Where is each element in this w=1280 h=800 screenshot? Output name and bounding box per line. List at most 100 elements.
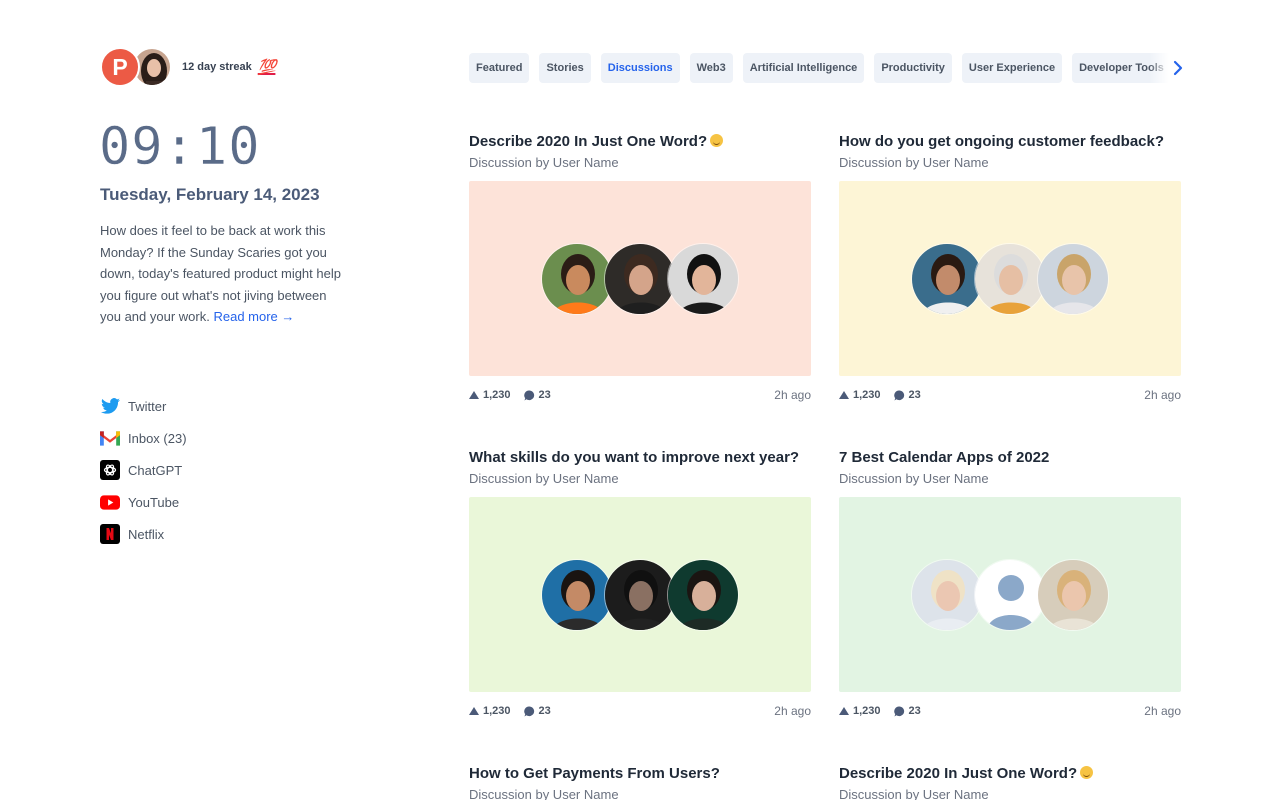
comment-bubble-icon bbox=[523, 389, 535, 401]
chevron-right-icon[interactable] bbox=[1171, 58, 1185, 78]
quick-link-youtube[interactable]: YouTube bbox=[100, 486, 187, 518]
streak-label: 12 day streak bbox=[182, 61, 252, 73]
participant-avatar bbox=[974, 242, 1046, 315]
upvote-count: 1,230 bbox=[483, 705, 511, 717]
profile-header: P 12 day streak 💯 bbox=[100, 47, 400, 87]
quick-links: Twitter Inbox (23) ChatGPT YouTube Netfl… bbox=[100, 390, 187, 550]
card-author: Discussion by User Name bbox=[469, 471, 619, 486]
tab-stories[interactable]: Stories bbox=[539, 53, 591, 83]
card-title[interactable]: How do you get ongoing customer feedback… bbox=[839, 131, 1181, 153]
card-timestamp: 2h ago bbox=[774, 388, 811, 402]
card-author: Discussion by User Name bbox=[839, 471, 989, 486]
card-timestamp: 2h ago bbox=[774, 704, 811, 718]
card-author: Discussion by User Name bbox=[839, 787, 989, 800]
clock-time: 09:10 bbox=[99, 117, 261, 177]
quick-link-chatgpt[interactable]: ChatGPT bbox=[100, 454, 187, 486]
participant-avatar bbox=[541, 242, 613, 315]
card-title[interactable]: Describe 2020 In Just One Word? bbox=[469, 131, 811, 153]
card-author: Discussion by User Name bbox=[839, 155, 989, 170]
card-title[interactable]: Describe 2020 In Just One Word? bbox=[839, 763, 1181, 785]
grinning-face-icon bbox=[710, 134, 724, 147]
discussion-card[interactable]: Describe 2020 In Just One Word? Discussio… bbox=[839, 763, 1181, 800]
tab-productivity[interactable]: Productivity bbox=[874, 53, 952, 83]
card-timestamp: 2h ago bbox=[1144, 388, 1181, 402]
comment-count: 23 bbox=[538, 705, 551, 717]
category-tabs: Featured Stories Discussions Web3 Artificial… bbox=[469, 53, 1169, 83]
quick-link-label: ChatGPT bbox=[128, 462, 183, 478]
discussion-card[interactable]: What skills do you want to improve next … bbox=[469, 447, 811, 719]
card-title[interactable]: 7 Best Calendar Apps of 2022 bbox=[839, 447, 1181, 469]
upvote-count: 1,230 bbox=[853, 389, 881, 401]
discussion-card[interactable]: How do you get ongoing customer feedback… bbox=[839, 131, 1181, 403]
card-title[interactable]: What skills do you want to improve next … bbox=[469, 447, 811, 469]
quick-link-label: Inbox (23) bbox=[128, 430, 187, 446]
comment-count: 23 bbox=[538, 389, 551, 401]
comment-bubble-icon bbox=[523, 705, 535, 717]
twitter-icon bbox=[100, 396, 120, 416]
participant-avatars bbox=[911, 242, 1109, 315]
discussion-card[interactable]: 7 Best Calendar Apps of 2022 Discussion b… bbox=[839, 447, 1181, 719]
avatar-placeholder-icon bbox=[974, 558, 1046, 631]
card-title[interactable]: How to Get Payments From Users? bbox=[469, 763, 811, 785]
comments-button[interactable]: 23 bbox=[893, 705, 921, 717]
clock-date: Tuesday, February 14, 2023 bbox=[100, 185, 320, 204]
upvote-button[interactable]: 1,230 bbox=[839, 705, 881, 717]
comments-button[interactable]: 23 bbox=[893, 389, 921, 401]
participant-avatar bbox=[667, 242, 739, 315]
participant-avatars bbox=[541, 558, 739, 631]
youtube-icon bbox=[100, 492, 120, 512]
participant-avatar bbox=[1037, 558, 1109, 631]
upvote-count: 1,230 bbox=[853, 705, 881, 717]
hundred-points-icon: 💯 bbox=[257, 59, 277, 76]
chatgpt-icon bbox=[100, 460, 120, 480]
quick-link-label: Netflix bbox=[128, 526, 165, 542]
netflix-icon bbox=[100, 524, 120, 544]
quick-link-label: Twitter bbox=[128, 398, 167, 414]
read-more-link[interactable]: Read more → bbox=[213, 309, 294, 324]
upvote-triangle-icon bbox=[469, 707, 479, 715]
upvote-button[interactable]: 1,230 bbox=[839, 389, 881, 401]
upvote-triangle-icon bbox=[469, 391, 479, 399]
card-timestamp: 2h ago bbox=[1144, 704, 1181, 718]
quick-link-netflix[interactable]: Netflix bbox=[100, 518, 187, 550]
participant-avatars bbox=[911, 558, 1109, 631]
participant-avatar bbox=[911, 242, 983, 315]
gmail-icon bbox=[100, 428, 120, 448]
comment-bubble-icon bbox=[893, 705, 905, 717]
left-column: P 12 day streak 💯 09:10 Tuesday, Februar… bbox=[99, 47, 400, 544]
participant-avatar bbox=[911, 558, 983, 631]
card-author: Discussion by User Name bbox=[469, 155, 619, 170]
upvote-triangle-icon bbox=[839, 707, 849, 715]
tabs-fade bbox=[1149, 53, 1169, 83]
participant-avatar bbox=[667, 558, 739, 631]
tab-web3[interactable]: Web3 bbox=[689, 53, 733, 83]
participant-avatar bbox=[604, 558, 676, 631]
card-image[interactable] bbox=[469, 181, 811, 376]
participant-avatars bbox=[541, 242, 739, 315]
product-hunt-logo[interactable]: P bbox=[100, 47, 140, 87]
comments-button[interactable]: 23 bbox=[523, 705, 551, 717]
discussion-card[interactable]: How to Get Payments From Users? Discussio… bbox=[469, 763, 811, 800]
upvote-button[interactable]: 1,230 bbox=[469, 705, 511, 717]
comment-count: 23 bbox=[908, 705, 921, 717]
card-image[interactable] bbox=[839, 181, 1181, 376]
participant-avatar bbox=[541, 558, 613, 631]
comment-count: 23 bbox=[908, 389, 921, 401]
grinning-face-icon bbox=[1080, 766, 1094, 779]
card-meta: 1,230 23 2h ago bbox=[469, 387, 811, 403]
tab-user-experience[interactable]: User Experience bbox=[961, 53, 1063, 83]
tab-discussions[interactable]: Discussions bbox=[600, 53, 680, 83]
card-author: Discussion by User Name bbox=[469, 787, 619, 800]
tab-featured[interactable]: Featured bbox=[469, 53, 530, 83]
participant-avatar bbox=[1037, 242, 1109, 315]
quick-link-inbox[interactable]: Inbox (23) bbox=[100, 422, 187, 454]
card-image[interactable] bbox=[839, 497, 1181, 692]
card-meta: 1,230 23 2h ago bbox=[839, 703, 1181, 719]
discussion-card[interactable]: Describe 2020 In Just One Word? Discussio… bbox=[469, 131, 811, 403]
upvote-button[interactable]: 1,230 bbox=[469, 389, 511, 401]
comments-button[interactable]: 23 bbox=[523, 389, 551, 401]
card-image[interactable] bbox=[469, 497, 811, 692]
card-meta: 1,230 23 2h ago bbox=[469, 703, 811, 719]
tab-artificial-intelligence[interactable]: Artificial Intelligence bbox=[742, 53, 865, 83]
quick-link-twitter[interactable]: Twitter bbox=[100, 390, 187, 422]
